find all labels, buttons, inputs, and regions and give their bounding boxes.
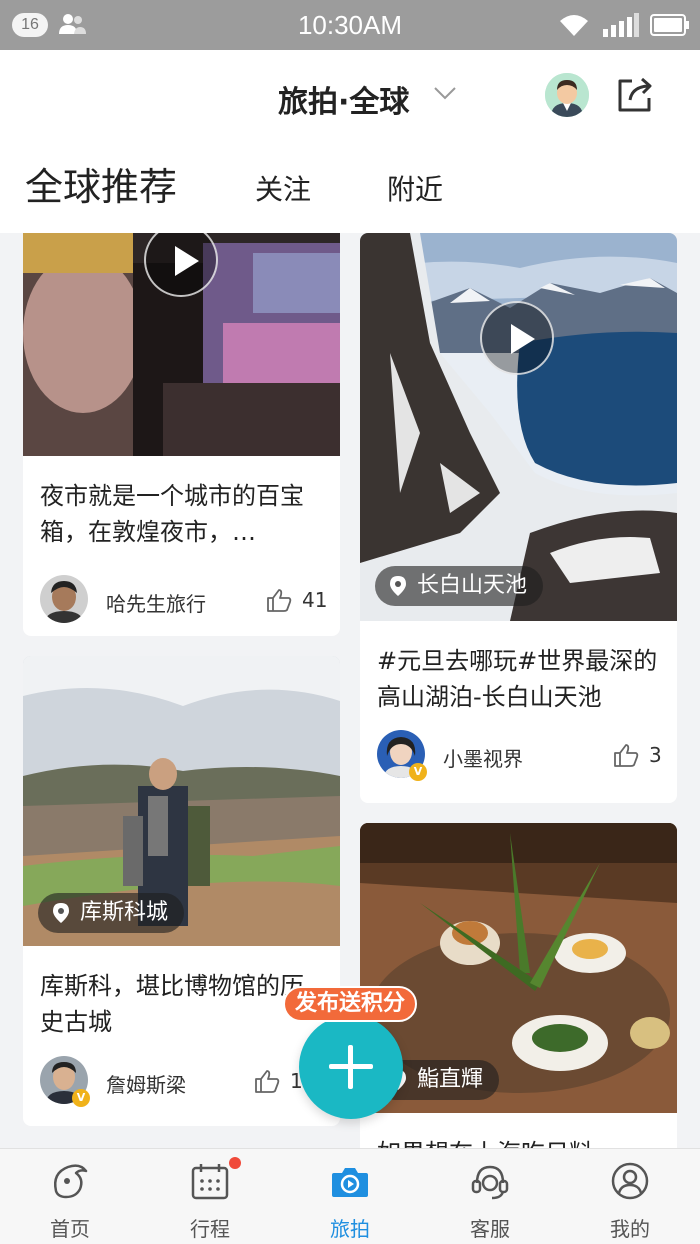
publish-button[interactable] bbox=[299, 1015, 403, 1119]
header: 旅拍·全球 全球推荐 关注 附近 bbox=[0, 50, 700, 265]
thumbs-up-icon[interactable] bbox=[254, 1069, 280, 1093]
tab-nearby[interactable]: 附近 bbox=[387, 168, 443, 208]
thumbs-up-icon[interactable] bbox=[266, 588, 292, 612]
user-avatar[interactable] bbox=[545, 73, 589, 117]
nav-label: 首页 bbox=[50, 1217, 90, 1241]
notification-dot bbox=[229, 1157, 241, 1169]
bottom-nav: 首页 行程 旅拍 客服 我的 bbox=[0, 1148, 700, 1244]
wifi-icon bbox=[560, 15, 588, 36]
feed-card[interactable]: 夜市就是一个城市的百宝箱，在敦煌夜市，… 哈先生旅行 41 bbox=[23, 233, 340, 636]
headset-icon bbox=[471, 1165, 509, 1200]
avatar-icon bbox=[545, 73, 589, 117]
location-name: 鮨直輝 bbox=[417, 1067, 484, 1092]
like-count: 41 bbox=[302, 588, 328, 612]
author-avatar[interactable] bbox=[40, 575, 88, 623]
like-count: 3 bbox=[649, 743, 662, 767]
location-name: 长白山天池 bbox=[417, 573, 528, 598]
thumbs-up-icon[interactable] bbox=[613, 743, 639, 767]
status-bar: 16 10:30AM bbox=[0, 0, 700, 50]
share-icon[interactable] bbox=[616, 76, 654, 114]
feed-card[interactable]: 鮨直輝 如果想在上海吃日料… bbox=[360, 823, 677, 1148]
feed-card[interactable]: 长白山天池 #元旦去哪玩#世界最深的高山湖泊-长白山天池 V 小墨视界 3 bbox=[360, 233, 677, 803]
verified-badge: V bbox=[409, 763, 427, 781]
location-tag[interactable]: 长白山天池 bbox=[375, 566, 544, 606]
publish-reward-tag[interactable]: 发布送积分 bbox=[283, 986, 418, 1022]
chevron-down-icon[interactable] bbox=[434, 86, 456, 100]
lake-mountain-photo bbox=[360, 233, 677, 621]
nav-label: 旅拍 bbox=[330, 1217, 370, 1241]
location-tag[interactable]: 库斯科城 bbox=[38, 893, 185, 933]
post-title: 夜市就是一个城市的百宝箱，在敦煌夜市，… bbox=[40, 482, 304, 546]
author-name[interactable]: 小墨视界 bbox=[443, 743, 523, 772]
post-title: 如果想在上海吃日料… bbox=[377, 1135, 662, 1148]
nav-itinerary[interactable]: 行程 bbox=[140, 1149, 280, 1244]
dolphin-icon bbox=[54, 1164, 88, 1199]
avatar-icon bbox=[40, 575, 88, 623]
author-name[interactable]: 哈先生旅行 bbox=[106, 588, 206, 617]
nav-home[interactable]: 首页 bbox=[0, 1149, 140, 1244]
calendar-icon bbox=[191, 1164, 229, 1200]
tab-follow[interactable]: 关注 bbox=[255, 168, 311, 208]
nav-label: 客服 bbox=[470, 1217, 510, 1241]
feed-card[interactable]: 库斯科城 库斯科，堪比博物馆的历史古城 V 詹姆斯梁 1 bbox=[23, 656, 340, 1126]
author-name[interactable]: 詹姆斯梁 bbox=[106, 1069, 186, 1098]
location-pin-icon bbox=[53, 903, 69, 923]
nav-customer-service[interactable]: 客服 bbox=[420, 1149, 560, 1244]
verified-badge: V bbox=[72, 1089, 90, 1107]
nav-label: 我的 bbox=[610, 1217, 650, 1241]
clock: 10:30AM bbox=[297, 10, 403, 40]
location-pin-icon bbox=[390, 576, 406, 596]
play-video-button[interactable] bbox=[480, 301, 554, 375]
region-selector[interactable]: 旅拍·全球 bbox=[278, 77, 409, 121]
nav-travel-photo[interactable]: 旅拍 bbox=[280, 1149, 420, 1244]
nav-label: 行程 bbox=[190, 1217, 230, 1241]
tab-global-recommend[interactable]: 全球推荐 bbox=[25, 156, 177, 211]
signal-icon bbox=[603, 13, 639, 37]
profile-icon bbox=[611, 1162, 649, 1200]
post-title: #元旦去哪玩#世界最深的高山湖泊-长白山天池 bbox=[377, 647, 658, 711]
location-name: 库斯科城 bbox=[80, 900, 169, 925]
camera-icon bbox=[332, 1168, 368, 1197]
battery-icon bbox=[650, 14, 689, 36]
nav-profile[interactable]: 我的 bbox=[560, 1149, 700, 1244]
